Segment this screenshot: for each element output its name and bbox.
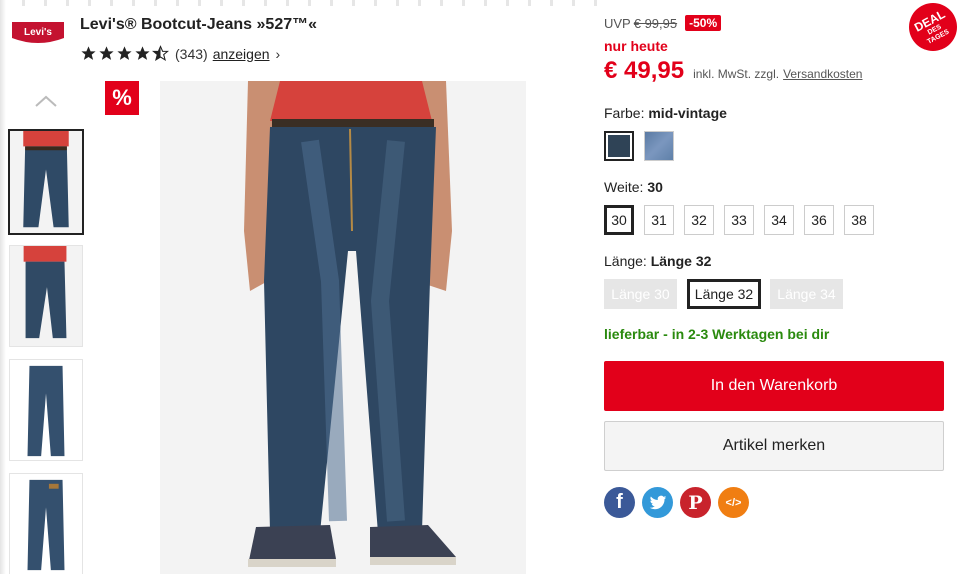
thumbnail-front[interactable] — [8, 129, 84, 235]
width-selected: 30 — [647, 179, 663, 195]
length-option-34[interactable]: Länge 34 — [770, 279, 843, 309]
uvp-row: UVP € 99,95 -50% — [604, 15, 722, 31]
shipping-costs-link[interactable]: Versandkosten — [783, 67, 862, 81]
swatch-fill — [608, 135, 630, 157]
width-label-row: Weite: 30 — [604, 179, 663, 195]
rating-count: (343) — [175, 45, 208, 62]
swatch-fill — [645, 132, 673, 160]
width-label: Weite: — [604, 179, 644, 195]
color-swatch-mid-vintage[interactable] — [604, 131, 634, 161]
deal-of-the-day-badge: DEAL DES TAGES — [908, 2, 958, 52]
embed-glyph: </> — [725, 496, 742, 509]
color-selected: mid-vintage — [648, 105, 727, 121]
star-icon — [116, 45, 133, 62]
color-label: Farbe: — [604, 105, 645, 121]
product-title: Levi's® Bootcut-Jeans »527™« — [80, 16, 318, 33]
thumbnail-flat-front[interactable] — [9, 359, 83, 461]
pinterest-glyph: P — [688, 491, 703, 514]
color-swatch-light[interactable] — [644, 131, 674, 161]
current-price: € 49,95 — [604, 57, 685, 84]
uvp-old-price: € 99,95 — [633, 15, 678, 31]
page-edge-shadow — [0, 0, 6, 574]
twitter-icon[interactable] — [642, 487, 673, 518]
vat-note: inkl. MwSt. zzgl. — [693, 67, 780, 81]
star-icon — [134, 45, 151, 62]
width-option-38[interactable]: 38 — [844, 205, 874, 235]
today-only-label: nur heute — [604, 38, 668, 54]
add-to-cart-button[interactable]: In den Warenkorb — [604, 361, 944, 411]
width-option-32[interactable]: 32 — [684, 205, 714, 235]
facebook-glyph: f — [616, 491, 623, 513]
rating-stars — [80, 45, 169, 62]
uvp-label: UVP — [604, 15, 631, 31]
discount-badge: % — [105, 81, 139, 115]
show-reviews-link[interactable]: anzeigen — [213, 46, 270, 62]
length-option-32[interactable]: Länge 32 — [687, 279, 761, 309]
pinterest-icon[interactable]: P — [680, 487, 711, 518]
color-label-row: Farbe: mid-vintage — [604, 105, 727, 121]
width-option-31[interactable]: 31 — [644, 205, 674, 235]
width-option-30[interactable]: 30 — [604, 205, 634, 235]
width-option-33[interactable]: 33 — [724, 205, 754, 235]
chevron-right-icon: › — [275, 45, 281, 62]
length-label-row: Länge: Länge 32 — [604, 253, 711, 269]
facebook-icon[interactable]: f — [604, 487, 635, 518]
chevron-up-icon[interactable] — [34, 94, 58, 108]
top-nav-remnant — [0, 0, 600, 6]
star-icon — [80, 45, 97, 62]
length-option-30[interactable]: Länge 30 — [604, 279, 677, 309]
thumbnail-flat-back[interactable] — [9, 473, 83, 574]
brand-logo-text: Levi's — [24, 27, 52, 38]
half-star-icon — [152, 45, 169, 62]
thumbnail-side[interactable] — [9, 245, 83, 347]
length-selected: Länge 32 — [650, 253, 712, 269]
star-icon — [98, 45, 115, 62]
embed-code-icon[interactable]: </> — [718, 487, 749, 518]
rating-row: (343) anzeigen › — [80, 45, 280, 62]
availability-status: lieferbar - in 2-3 Werktagen bei dir — [604, 326, 830, 342]
main-product-image[interactable] — [160, 81, 526, 574]
width-option-36[interactable]: 36 — [804, 205, 834, 235]
width-option-34[interactable]: 34 — [764, 205, 794, 235]
length-label: Länge: — [604, 253, 647, 269]
price-row: € 49,95 inkl. MwSt. zzgl. Versandkosten — [604, 57, 862, 85]
percent-off-badge: -50% — [685, 15, 722, 31]
wishlist-button[interactable]: Artikel merken — [604, 421, 944, 471]
brand-logo[interactable]: Levi's — [10, 18, 66, 48]
